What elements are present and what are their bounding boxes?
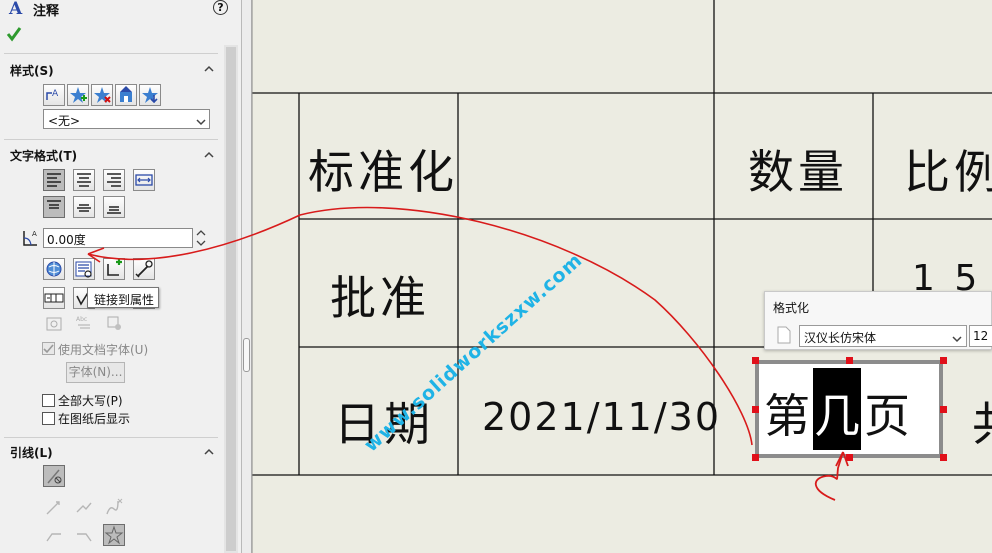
cell-approve[interactable]: 批准 <box>330 262 430 328</box>
ok-checkmark-icon[interactable] <box>6 26 22 42</box>
show-behind-sheet-checkbox[interactable] <box>42 412 55 425</box>
font-file-icon <box>777 326 791 344</box>
drawing-canvas[interactable]: 标准化 数量 比例 批准 1 5 日期 2021/11/30 共 第 几 页 格… <box>252 0 992 553</box>
resize-handle[interactable] <box>940 357 947 364</box>
align-center-icon[interactable] <box>73 169 95 191</box>
format-popup-title: 格式化 <box>773 301 810 315</box>
font-name-value: 汉仪长仿宋体 <box>804 331 877 345</box>
svg-text:A: A <box>32 230 37 238</box>
show-behind-sheet-label: 在图纸后显示 <box>58 412 131 426</box>
font-button-label: 字体(N)... <box>68 365 123 379</box>
resize-handle[interactable] <box>846 357 853 364</box>
angle-spinner-icon[interactable] <box>196 229 206 247</box>
insert-geometric-tolerance-icon[interactable] <box>43 287 65 309</box>
lock-unlock-symbol-icon[interactable] <box>133 258 155 280</box>
datum-feature-icon: Abc <box>73 312 95 334</box>
use-doc-font-checkbox[interactable] <box>42 342 55 355</box>
delete-style-icon[interactable] <box>91 84 113 106</box>
angle-icon: A <box>20 228 40 248</box>
help-icon[interactable]: ? <box>213 0 228 15</box>
resize-handle[interactable] <box>846 454 853 461</box>
style-dropdown[interactable]: <无> <box>43 109 210 129</box>
add-style-icon[interactable] <box>67 84 89 106</box>
style-section-title: 样式(S) <box>10 64 54 78</box>
save-style-icon[interactable] <box>115 84 137 106</box>
cell-edge[interactable]: 共 <box>972 388 992 454</box>
resize-handle[interactable] <box>752 454 759 461</box>
all-caps-label: 全部大写(P) <box>58 394 123 408</box>
leader-nearest-icon[interactable] <box>103 524 125 546</box>
note-text-selected[interactable]: 几 <box>814 380 860 446</box>
resize-handle[interactable] <box>940 454 947 461</box>
leader-right-icon <box>73 524 95 546</box>
all-caps-checkbox[interactable] <box>42 394 55 407</box>
collapse-style-chevron-icon[interactable] <box>204 63 214 73</box>
property-manager-panel: A 注释 ? 样式(S) A <无> 文字格式(T) A 0.00度 链接到属性… <box>0 0 242 553</box>
cell-date-value[interactable]: 2021/11/30 <box>482 395 721 439</box>
add-symbol-icon[interactable] <box>103 258 125 280</box>
cell-scale[interactable]: 比例 <box>904 136 992 202</box>
chevron-down-icon <box>952 332 962 346</box>
svg-text:Abc: Abc <box>76 316 87 323</box>
use-doc-font-label: 使用文档字体(U) <box>58 343 149 357</box>
leader-left-icon <box>43 524 65 546</box>
angle-input[interactable]: 0.00度 <box>43 228 193 248</box>
stamp-icon <box>103 312 125 334</box>
justify-icon[interactable] <box>133 169 155 191</box>
link-to-property-icon[interactable] <box>73 258 95 280</box>
collapse-leader-chevron-icon[interactable] <box>204 446 214 456</box>
insert-hyperlink-icon[interactable] <box>43 258 65 280</box>
panel-title: 注释 <box>33 4 60 19</box>
leader-section-title: 引线(L) <box>10 446 53 460</box>
font-size-input[interactable]: 12 <box>969 325 992 347</box>
align-middle-icon[interactable] <box>73 196 95 218</box>
link-to-property-tooltip: 链接到属性 <box>87 287 159 308</box>
font-button[interactable]: 字体(N)... <box>66 362 125 383</box>
align-bottom-icon[interactable] <box>103 196 125 218</box>
note-text-post[interactable]: 页 <box>864 380 910 446</box>
panel-splitter[interactable] <box>242 0 252 553</box>
chevron-down-icon <box>196 115 206 129</box>
resize-handle[interactable] <box>752 406 759 413</box>
collapse-text-format-chevron-icon[interactable] <box>204 149 214 159</box>
hole-callout-icon <box>43 312 65 334</box>
panel-scrollbar[interactable] <box>224 45 238 553</box>
cell-standardization[interactable]: 标准化 <box>308 136 458 202</box>
no-leader-icon[interactable] <box>43 465 65 487</box>
font-size-value: 12 <box>973 329 989 343</box>
cell-quantity[interactable]: 数量 <box>748 136 848 202</box>
load-style-icon[interactable] <box>139 84 161 106</box>
font-name-dropdown[interactable]: 汉仪长仿宋体 <box>799 325 967 347</box>
angle-input-value: 0.00度 <box>47 233 86 247</box>
straight-leader-icon <box>43 496 65 518</box>
format-popup: 格式化 汉仪长仿宋体 12 <box>764 291 992 350</box>
style-dropdown-value: <无> <box>48 114 81 128</box>
align-right-icon[interactable] <box>103 169 125 191</box>
spline-leader-icon <box>103 496 125 518</box>
collapse-panel-handle[interactable] <box>243 338 250 372</box>
svg-text:A: A <box>52 89 59 99</box>
resize-handle[interactable] <box>752 357 759 364</box>
svg-text:A: A <box>8 0 23 16</box>
note-a-icon: A <box>8 0 26 19</box>
resize-handle[interactable] <box>940 406 947 413</box>
tooltip-text: 链接到属性 <box>94 293 155 307</box>
apply-style-icon[interactable]: A <box>43 84 65 106</box>
text-format-section-title: 文字格式(T) <box>10 149 78 163</box>
panel-scrollbar-thumb[interactable] <box>226 47 236 551</box>
bent-leader-icon <box>73 496 95 518</box>
align-left-icon[interactable] <box>43 169 65 191</box>
align-top-icon[interactable] <box>43 196 65 218</box>
note-text-pre[interactable]: 第 <box>764 380 810 446</box>
